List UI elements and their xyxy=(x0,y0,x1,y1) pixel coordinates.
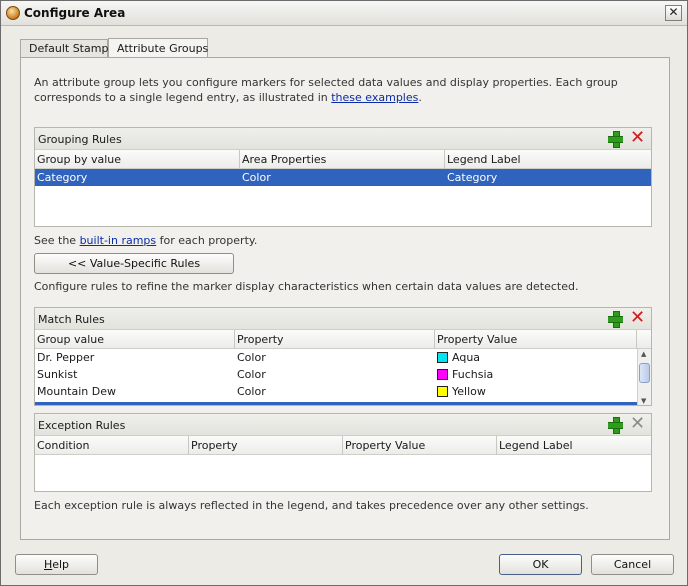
match-rules-title: Match Rules xyxy=(38,313,105,326)
grouping-rules-table: Group by value Area Properties Legend La… xyxy=(35,150,651,226)
cell-group-value: Mountain Dew xyxy=(37,385,116,398)
cell-group-by-value: Category xyxy=(37,171,88,184)
configure-note: Configure rules to refine the marker dis… xyxy=(34,280,579,293)
col-property-value[interactable]: Property Value xyxy=(435,330,637,349)
exception-note: Each exception rule is always reflected … xyxy=(34,499,589,512)
table-row[interactable]: Sunkist Color Fuchsia xyxy=(35,366,651,383)
app-icon xyxy=(6,6,20,20)
cell-property: Color xyxy=(237,351,266,364)
cell-property: Color xyxy=(237,368,266,381)
table-row[interactable]: Category Color Category xyxy=(35,169,651,186)
cancel-button[interactable]: Cancel xyxy=(591,554,674,575)
cell-area-properties: Color xyxy=(242,171,271,184)
exception-rules-group: Exception Rules ✕ Condition Property Pro… xyxy=(34,413,652,492)
table-row[interactable]: Dr. Pepper Color Aqua xyxy=(35,349,651,366)
col-legend-label[interactable]: Legend Label xyxy=(497,436,651,455)
fuchsia-swatch xyxy=(437,369,448,380)
match-rules-table: Group value Property Property Value Dr. … xyxy=(35,330,651,405)
cell-property-value: Fuchsia xyxy=(435,368,493,381)
grouping-rules-header: Grouping Rules ✕ xyxy=(35,128,651,150)
match-rules-scrollbar[interactable]: ▲ ▼ xyxy=(637,349,651,405)
match-rules-header: Match Rules ✕ xyxy=(35,308,651,330)
ramps-note: See the built-in ramps for each property… xyxy=(34,234,258,247)
partially-visible-selected-row[interactable] xyxy=(35,402,637,405)
attribute-groups-panel: An attribute group lets you configure ma… xyxy=(20,57,670,540)
col-group-value[interactable]: Group value xyxy=(35,330,235,349)
grouping-rules-title: Grouping Rules xyxy=(38,133,122,146)
col-condition[interactable]: Condition xyxy=(35,436,189,455)
grouping-rules-table-header: Group by value Area Properties Legend La… xyxy=(35,150,651,169)
yellow-swatch xyxy=(437,386,448,397)
delete-match-rule-icon[interactable]: ✕ xyxy=(630,309,645,327)
delete-exception-rule-icon: ✕ xyxy=(630,413,646,434)
cell-property: Color xyxy=(237,385,266,398)
match-rules-group: Match Rules ✕ Group value Property Prope… xyxy=(34,307,652,406)
col-property-value[interactable]: Property Value xyxy=(343,436,497,455)
window-title: Configure Area xyxy=(24,6,126,20)
aqua-swatch xyxy=(437,352,448,363)
ok-button[interactable]: OK xyxy=(499,554,582,575)
grouping-rules-group: Grouping Rules ✕ Group by value Area Pro… xyxy=(34,127,652,227)
cell-legend-label: Category xyxy=(447,171,498,184)
delete-grouping-rule-icon[interactable]: ✕ xyxy=(630,129,645,147)
exception-rules-header: Exception Rules ✕ xyxy=(35,414,651,436)
scroll-down-icon[interactable]: ▼ xyxy=(641,397,646,405)
close-button[interactable]: ✕ xyxy=(665,5,682,21)
cell-property-value: Aqua xyxy=(435,351,480,364)
value-specific-rules-button[interactable]: << Value-Specific Rules xyxy=(34,253,234,274)
col-property[interactable]: Property xyxy=(189,436,343,455)
col-legend-label[interactable]: Legend Label xyxy=(445,150,651,169)
col-group-by-value[interactable]: Group by value xyxy=(35,150,240,169)
col-area-properties[interactable]: Area Properties xyxy=(240,150,445,169)
cell-group-value: Dr. Pepper xyxy=(37,351,95,364)
scroll-thumb[interactable] xyxy=(639,363,650,383)
configure-area-dialog: Configure Area ✕ Default Stamp Attribute… xyxy=(0,0,688,586)
exception-rules-table-header: Condition Property Property Value Legend… xyxy=(35,436,651,455)
built-in-ramps-link[interactable]: built-in ramps xyxy=(80,234,157,247)
help-button[interactable]: Help xyxy=(15,554,98,575)
title-bar[interactable]: Configure Area ✕ xyxy=(1,1,687,26)
these-examples-link[interactable]: these examples xyxy=(331,91,418,104)
match-rules-table-header: Group value Property Property Value xyxy=(35,330,651,349)
add-match-rule-icon[interactable] xyxy=(608,311,623,328)
tab-default-stamp[interactable]: Default Stamp xyxy=(20,39,108,58)
add-exception-rule-icon[interactable] xyxy=(608,417,623,434)
tab-attribute-groups[interactable]: Attribute Groups xyxy=(108,38,208,58)
cell-property-value: Yellow xyxy=(435,385,486,398)
cell-group-value: Sunkist xyxy=(37,368,78,381)
col-property[interactable]: Property xyxy=(235,330,435,349)
exception-rules-table: Condition Property Property Value Legend… xyxy=(35,436,651,491)
table-row[interactable]: Mountain Dew Color Yellow xyxy=(35,383,651,400)
add-grouping-rule-icon[interactable] xyxy=(608,131,623,148)
exception-rules-title: Exception Rules xyxy=(38,419,126,432)
scroll-up-icon[interactable]: ▲ xyxy=(641,350,646,358)
intro-text: An attribute group lets you configure ma… xyxy=(34,76,618,104)
